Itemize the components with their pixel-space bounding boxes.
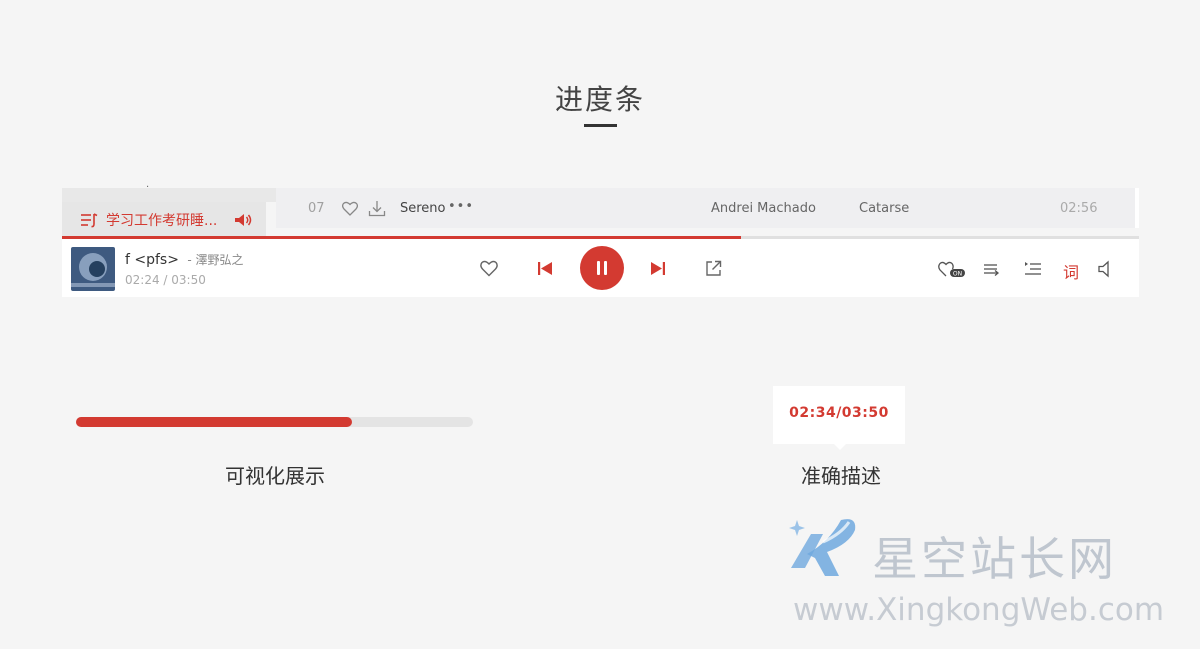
caption-accurate-description: 准确描述 (801, 464, 881, 488)
caption-visual-display: 可视化展示 (225, 464, 325, 488)
heart-icon[interactable] (342, 201, 358, 216)
song-title[interactable]: f <pfs> - 澤野弘之 (125, 251, 244, 268)
page: 进度条 · 学习工作考研睡... 07 Sereno ••• Andrei Ma… (0, 0, 1200, 649)
sidebar-partial-text: · (146, 182, 150, 193)
song-title-text: f <pfs> (125, 252, 179, 268)
demo-progress-bar[interactable] (76, 417, 473, 427)
more-options-icon[interactable]: ••• (448, 199, 474, 214)
play-queue-icon[interactable] (1024, 260, 1042, 278)
speaker-icon (235, 214, 252, 226)
track-artist[interactable]: Andrei Machado (711, 201, 816, 216)
play-order-icon[interactable] (983, 260, 1001, 278)
track-row-background: 07 Sereno ••• Andrei Machado Catarse 02:… (276, 188, 1135, 228)
demo-progress-fill (76, 417, 352, 427)
lyrics-toggle[interactable]: 词 (1063, 259, 1079, 282)
section-title: 进度条 (554, 83, 645, 116)
share-icon[interactable] (705, 260, 722, 277)
tooltip-arrow (833, 443, 847, 450)
watermark-url: www.XingkongWeb.com (793, 592, 1165, 628)
cover-art-shape (89, 261, 105, 277)
sidebar-now-playing-item[interactable]: 学习工作考研睡... (62, 202, 266, 238)
tooltip-time: 02:34/03:50 (789, 405, 889, 421)
track-row[interactable]: 07 Sereno ••• Andrei Machado Catarse 02:… (276, 188, 1139, 228)
watermark-name: 星空站长网 (872, 532, 1117, 586)
watermark-logo-icon (789, 519, 856, 576)
sidebar-top-strip: · (62, 182, 276, 202)
heart-mode-badge: ON (953, 270, 962, 277)
pause-icon-bar (604, 261, 607, 275)
song-artist[interactable]: - 澤野弘之 (187, 253, 243, 267)
track-number: 07 (308, 201, 325, 216)
now-playing-playlist-label: 学习工作考研睡... (106, 213, 218, 229)
current-time: 02:24 / (125, 273, 168, 287)
album-cover[interactable] (71, 247, 115, 291)
download-icon[interactable] (368, 200, 386, 217)
playlist-icon (81, 213, 98, 228)
cover-art-strip (71, 283, 115, 287)
song-time: 02:24 / 03:50 (125, 273, 206, 287)
player-bar: f <pfs> - 澤野弘之 02:24 / 03:50 ON 词 (62, 239, 1139, 297)
heart-mode-icon[interactable]: ON (938, 260, 966, 278)
title-underline (584, 124, 617, 127)
next-track-icon[interactable] (650, 261, 666, 276)
total-time: 03:50 (171, 273, 206, 287)
track-name[interactable]: Sereno (400, 201, 446, 216)
like-heart-icon[interactable] (480, 260, 498, 277)
volume-icon[interactable] (1098, 260, 1114, 278)
time-tooltip: 02:34/03:50 (773, 386, 905, 450)
previous-track-icon[interactable] (537, 261, 553, 276)
track-duration: 02:56 (1060, 201, 1098, 216)
pause-icon-bar (597, 261, 600, 275)
pause-button[interactable] (580, 246, 624, 290)
track-album[interactable]: Catarse (859, 201, 909, 216)
